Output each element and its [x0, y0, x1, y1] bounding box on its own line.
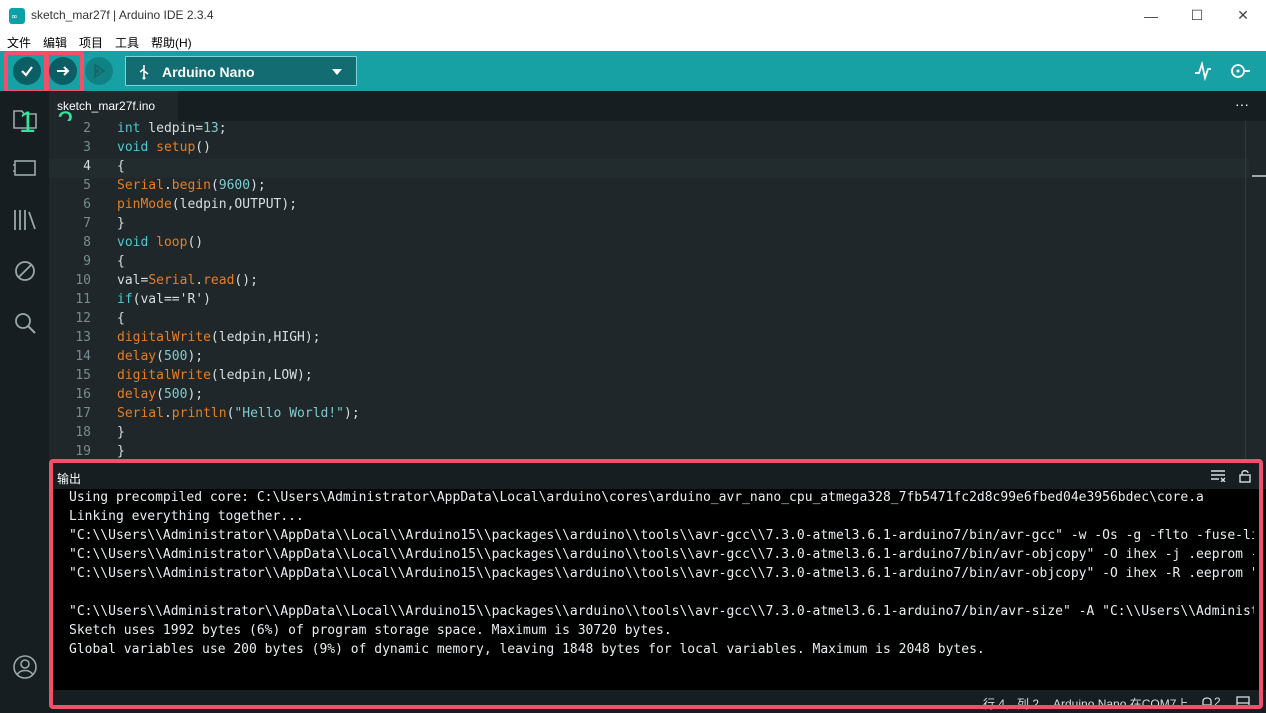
- code-line[interactable]: 17 Serial.println("Hello World!");: [49, 406, 1249, 425]
- code-text: delay(500);: [117, 349, 204, 364]
- editor-ruler: [1245, 121, 1246, 461]
- code-line[interactable]: 2 int ledpin=13;: [49, 121, 1249, 140]
- minimize-button[interactable]: —: [1128, 0, 1174, 31]
- line-number: 18: [75, 425, 91, 440]
- line-number: 7: [83, 216, 91, 231]
- code-text: Serial.println("Hello World!");: [117, 406, 360, 421]
- chevron-down-icon: [332, 69, 342, 75]
- serial-plotter-icon[interactable]: [1193, 61, 1213, 81]
- debug-button[interactable]: [85, 57, 113, 85]
- code-line[interactable]: 15 digitalWrite(ledpin,LOW);: [49, 368, 1249, 387]
- line-number: 17: [75, 406, 91, 421]
- tab-bar: [49, 91, 1266, 121]
- code-text: void setup(): [117, 140, 211, 155]
- verify-highlight: [4, 51, 49, 94]
- code-line[interactable]: 12 {: [49, 311, 1249, 330]
- code-line[interactable]: 3 void setup(): [49, 140, 1249, 159]
- menu-file[interactable]: 文件: [7, 34, 31, 51]
- window-title: sketch_mar27f | Arduino IDE 2.3.4: [31, 8, 214, 22]
- code-text: val=Serial.read();: [117, 273, 258, 288]
- board-selector[interactable]: Arduino Nano: [125, 56, 357, 86]
- upload-highlight: [44, 51, 84, 94]
- step-1-label: 1: [19, 106, 36, 139]
- line-number: 6: [83, 197, 91, 212]
- code-line[interactable]: 5 Serial.begin(9600);: [49, 178, 1249, 197]
- line-number: 9: [83, 254, 91, 269]
- debug-sidebar-icon[interactable]: [11, 257, 39, 285]
- menu-sketch[interactable]: 项目: [79, 34, 103, 51]
- search-icon[interactable]: [11, 309, 39, 337]
- code-text: digitalWrite(ledpin,HIGH);: [117, 330, 321, 345]
- code-text: }: [117, 216, 125, 231]
- code-text: {: [117, 311, 125, 326]
- line-number: 10: [75, 273, 91, 288]
- code-line[interactable]: 7}: [49, 216, 1249, 235]
- menu-tools[interactable]: 工具: [115, 34, 139, 51]
- board-name: Arduino Nano: [162, 64, 255, 80]
- line-number: 15: [75, 368, 91, 383]
- code-line[interactable]: 11 if(val=='R'): [49, 292, 1249, 311]
- debug-icon: [94, 63, 106, 79]
- line-number: 13: [75, 330, 91, 345]
- boards-manager-icon[interactable]: [11, 154, 39, 182]
- serial-monitor-icon[interactable]: [1227, 61, 1251, 81]
- output-highlight: [49, 459, 1263, 709]
- line-number: 14: [75, 349, 91, 364]
- close-button[interactable]: ✕: [1220, 0, 1266, 31]
- line-number: 16: [75, 387, 91, 402]
- line-number: 8: [83, 235, 91, 250]
- line-number: 12: [75, 311, 91, 326]
- code-text: int ledpin=13;: [117, 121, 227, 136]
- line-number: 4: [83, 159, 91, 174]
- code-text: }: [117, 425, 125, 440]
- code-text: pinMode(ledpin,OUTPUT);: [117, 197, 298, 212]
- code-text: digitalWrite(ledpin,LOW);: [117, 368, 313, 383]
- code-line[interactable]: 10 val=Serial.read();: [49, 273, 1249, 292]
- code-line[interactable]: 9{: [49, 254, 1249, 273]
- line-number: 2: [83, 121, 91, 136]
- menu-edit[interactable]: 编辑: [43, 34, 67, 51]
- code-text: void loop(): [117, 235, 204, 250]
- usb-icon: [139, 65, 149, 80]
- code-line[interactable]: 8 void loop(): [49, 235, 1249, 254]
- menu-bar: 文件 编辑 项目 工具 帮助(H): [0, 31, 1266, 51]
- code-text: {: [117, 159, 125, 174]
- code-text: }: [117, 444, 125, 459]
- maximize-button[interactable]: ☐: [1174, 0, 1220, 31]
- account-icon[interactable]: [11, 653, 39, 681]
- left-sidebar: [0, 91, 49, 713]
- svg-text:∞: ∞: [11, 12, 18, 21]
- menu-help[interactable]: 帮助(H): [151, 34, 192, 51]
- arduino-app-icon: ∞: [9, 8, 25, 24]
- scrollbar-thumb[interactable]: [1252, 175, 1266, 177]
- code-text: delay(500);: [117, 387, 204, 402]
- code-text: if(val=='R'): [117, 292, 211, 307]
- line-number: 3: [83, 140, 91, 155]
- code-line[interactable]: 14 delay(500);: [49, 349, 1249, 368]
- code-line[interactable]: 6 pinMode(ledpin,OUTPUT);: [49, 197, 1249, 216]
- more-actions-button[interactable]: ···: [1235, 96, 1249, 112]
- line-number: 5: [83, 178, 91, 193]
- code-line[interactable]: 4{: [49, 159, 1249, 178]
- code-line[interactable]: 18}: [49, 425, 1249, 444]
- code-line[interactable]: 13 digitalWrite(ledpin,HIGH);: [49, 330, 1249, 349]
- code-text: Serial.begin(9600);: [117, 178, 266, 193]
- code-text: {: [117, 254, 125, 269]
- title-bar: ∞ sketch_mar27f | Arduino IDE 2.3.4 — ☐ …: [0, 0, 1266, 31]
- code-editor[interactable]: 2 int ledpin=13; 3 void setup() 4{5 Serial.be…: [49, 121, 1266, 461]
- line-number: 11: [75, 292, 91, 307]
- line-number: 19: [75, 444, 91, 459]
- code-line[interactable]: 16 delay(500);: [49, 387, 1249, 406]
- library-manager-icon[interactable]: [11, 206, 39, 234]
